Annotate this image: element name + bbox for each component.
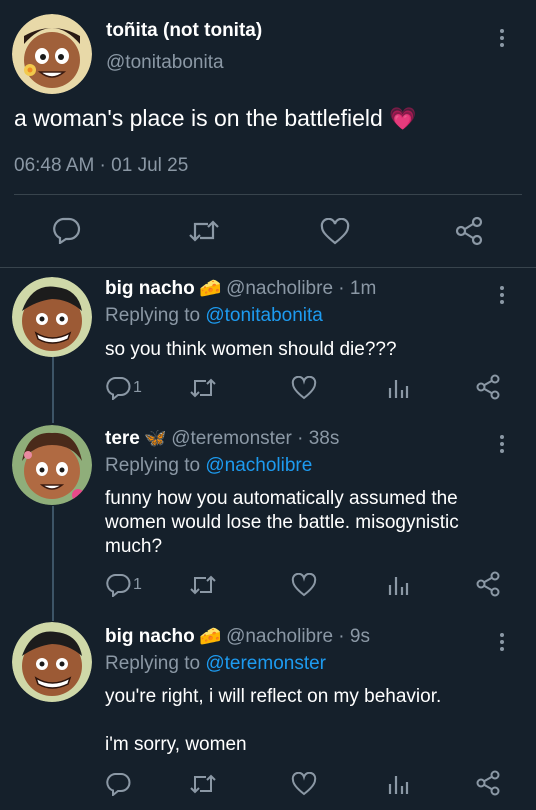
author-handle[interactable]: @tonitabonita: [106, 52, 224, 74]
views-icon[interactable]: [387, 573, 409, 597]
reply-text-line: much?: [105, 536, 163, 557]
reply-text-line: women would lose the battle. misogynisti…: [105, 512, 459, 533]
retweet-icon[interactable]: [188, 218, 220, 244]
share-icon[interactable]: [475, 770, 501, 796]
avatar-tere[interactable]: [12, 425, 92, 505]
more-icon[interactable]: [497, 26, 507, 50]
views-icon[interactable]: [387, 772, 409, 796]
heart-emoji-icon: 💗: [389, 106, 417, 131]
retweet-icon[interactable]: [189, 573, 217, 597]
divider: [0, 267, 536, 268]
avatar-big-nacho[interactable]: [12, 622, 92, 702]
views-icon[interactable]: [387, 376, 409, 400]
replying-to-label: Replying to: [105, 653, 201, 674]
replying-to: Replying to @tonitabonita: [105, 305, 323, 327]
reply-text: so you think women should die???: [105, 338, 397, 362]
avatar-big-nacho[interactable]: [12, 277, 92, 357]
replying-to-label: Replying to: [105, 305, 201, 326]
butterfly-emoji-icon: 🦋: [144, 428, 167, 448]
reply-header: tere 🦋 @teremonster · 38s: [105, 428, 339, 450]
more-icon[interactable]: [497, 283, 507, 307]
reply-handle-meta[interactable]: @nacholibre · 9s: [226, 626, 370, 647]
reply-header: big nacho 🧀 @nacholibre · 1m: [105, 278, 376, 300]
reply-handle-meta[interactable]: @nacholibre · 1m: [226, 278, 376, 299]
reply-text: funny how you automatically assumed the …: [105, 487, 459, 559]
divider: [14, 194, 522, 195]
like-icon[interactable]: [291, 573, 317, 597]
cheese-emoji-icon: 🧀: [199, 626, 222, 646]
replying-to-label: Replying to: [105, 455, 201, 476]
tweet-text: a woman's place is on the battlefield 💗: [14, 104, 417, 133]
like-icon[interactable]: [291, 376, 317, 400]
replying-to-link[interactable]: @nacholibre: [205, 455, 312, 476]
reply-author-name[interactable]: big nacho: [105, 626, 195, 647]
more-icon[interactable]: [497, 630, 507, 654]
cheese-emoji-icon: 🧀: [199, 278, 222, 298]
reply-text-line: [105, 709, 441, 733]
replying-to: Replying to @nacholibre: [105, 455, 312, 477]
reply-text-line: i'm sorry, women: [105, 734, 247, 755]
like-icon[interactable]: [320, 218, 350, 246]
thread-line: [52, 506, 54, 621]
reply-header: big nacho 🧀 @nacholibre · 9s: [105, 626, 370, 648]
share-icon[interactable]: [475, 374, 501, 400]
reply-count: 1: [133, 379, 142, 396]
reply-action-bar: [105, 770, 525, 798]
replying-to-link[interactable]: @teremonster: [205, 653, 326, 674]
reply-icon[interactable]: [105, 573, 131, 597]
reply-author-name[interactable]: tere: [105, 428, 140, 449]
reply-text-line: so you think women should die???: [105, 339, 397, 360]
thread-line: [52, 356, 54, 423]
avatar-tonita[interactable]: [12, 14, 92, 94]
reply-icon[interactable]: [105, 376, 131, 400]
share-icon[interactable]: [454, 216, 484, 246]
reply-count: 1: [133, 576, 142, 593]
author-name[interactable]: toñita (not tonita): [106, 20, 262, 42]
reply-handle-meta[interactable]: @teremonster · 38s: [171, 428, 339, 449]
replying-to: Replying to @teremonster: [105, 653, 326, 675]
tweet-timestamp[interactable]: 06:48 AM · 01 Jul 25: [14, 155, 188, 177]
more-icon[interactable]: [497, 432, 507, 456]
reply-action-bar: 1: [105, 374, 525, 402]
reply-action-bar: 1: [105, 571, 525, 599]
reply-text-line: funny how you automatically assumed the: [105, 488, 458, 509]
share-icon[interactable]: [475, 571, 501, 597]
replying-to-link[interactable]: @tonitabonita: [205, 305, 323, 326]
reply-text-line: you're right, i will reflect on my behav…: [105, 686, 442, 707]
reply-text: you're right, i will reflect on my behav…: [105, 685, 441, 757]
retweet-icon[interactable]: [189, 376, 217, 400]
tweet-text-body: a woman's place is on the battlefield: [14, 105, 383, 131]
like-icon[interactable]: [291, 772, 317, 796]
reply-author-name[interactable]: big nacho: [105, 278, 195, 299]
reply-icon[interactable]: [51, 216, 81, 244]
retweet-icon[interactable]: [189, 772, 217, 796]
reply-icon[interactable]: [105, 772, 131, 796]
